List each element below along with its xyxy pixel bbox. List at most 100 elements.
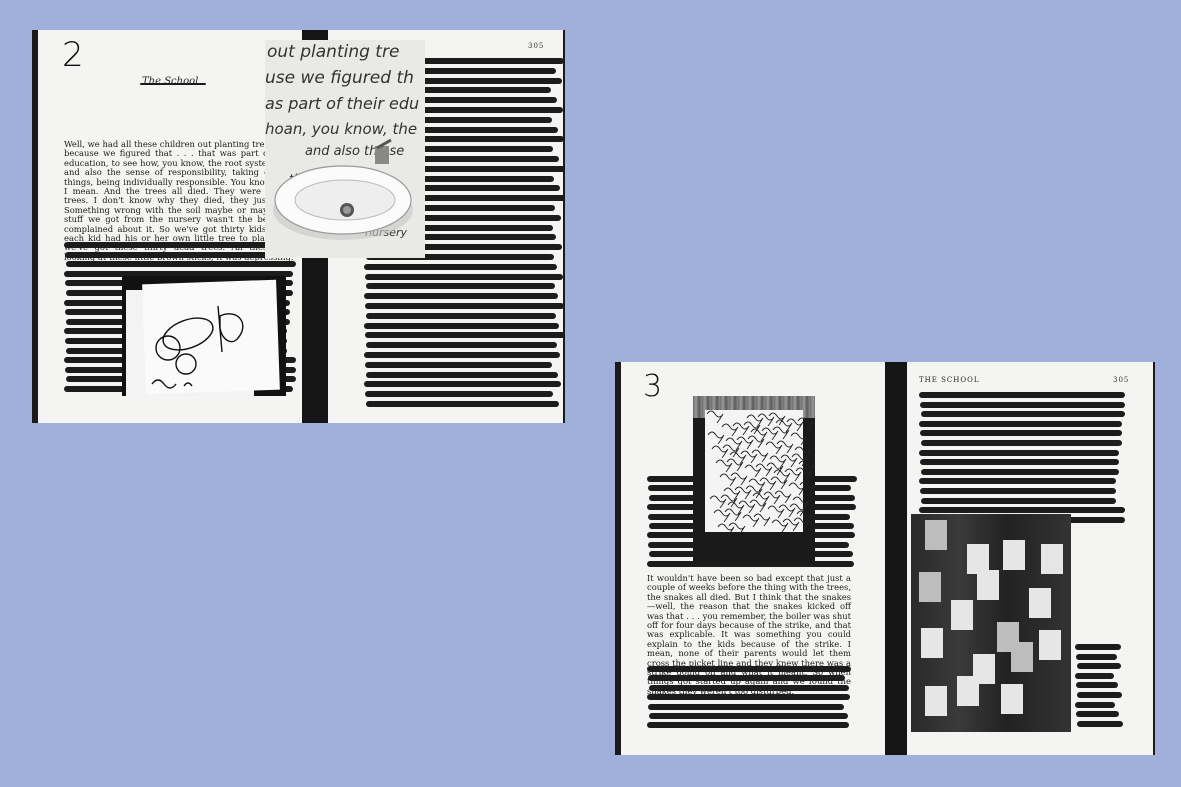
marble-stroke xyxy=(728,522,746,536)
marble-stroke xyxy=(763,491,781,505)
marble-stroke xyxy=(752,492,770,506)
marble-stroke xyxy=(792,496,810,510)
redaction-bar xyxy=(1077,663,1121,670)
sink-photo xyxy=(273,138,413,240)
page-number-three: 3 xyxy=(643,369,663,404)
gutter-shadow xyxy=(885,362,909,755)
redaction-bar xyxy=(920,459,1119,466)
collage-handwriting-photo: out planting tre use we figured th as pa… xyxy=(265,40,425,258)
marble-stroke xyxy=(736,436,754,450)
marble-stroke xyxy=(720,494,738,508)
scribble-illustration xyxy=(151,305,244,389)
redaction-bar xyxy=(920,401,1125,408)
marble-stroke xyxy=(789,503,807,517)
marble-stroke xyxy=(726,458,744,472)
marble-stroke xyxy=(774,490,792,504)
redaction-bar xyxy=(1077,692,1122,698)
marble-stroke xyxy=(719,473,737,487)
redaction-bar xyxy=(919,507,1125,514)
redaction-bar xyxy=(365,332,563,339)
redaction-bar xyxy=(1076,682,1118,689)
marble-stroke xyxy=(775,419,793,433)
redaction-bar xyxy=(921,411,1125,418)
title-strike xyxy=(140,83,206,85)
redaction-bar xyxy=(364,293,558,300)
marble-stroke xyxy=(745,485,763,499)
marble-stroke xyxy=(755,463,773,477)
folio: 305 xyxy=(1113,376,1130,384)
marble-stroke xyxy=(748,478,766,492)
marble-stroke xyxy=(770,476,788,490)
marble-stroke xyxy=(717,523,735,537)
marble-stroke xyxy=(761,427,779,441)
marble-stroke xyxy=(723,487,741,501)
pinned-paper xyxy=(925,686,947,716)
marble-stroke xyxy=(742,514,760,528)
redaction-bar xyxy=(1076,653,1117,660)
marble-stroke xyxy=(759,477,777,491)
redaction-bar xyxy=(919,478,1116,485)
redaction-bar xyxy=(1077,720,1123,727)
running-head: THE SCHOOL xyxy=(919,376,980,384)
right-page: THE SCHOOL 305 xyxy=(907,362,1153,755)
pinned-paper xyxy=(921,628,943,658)
marble-stroke xyxy=(782,518,800,532)
redaction-bar xyxy=(647,722,849,729)
marble-stroke xyxy=(715,459,733,473)
redaction-bar xyxy=(647,694,850,701)
redaction-bar xyxy=(919,420,1122,427)
marble-stroke xyxy=(793,517,811,531)
marble-stroke xyxy=(721,423,739,437)
marble-stroke xyxy=(790,432,808,446)
redaction-bar xyxy=(364,322,559,329)
redaction-bar xyxy=(921,468,1119,475)
marble-stroke xyxy=(746,414,764,428)
folio: 305 xyxy=(528,42,545,50)
marble-stroke xyxy=(778,504,796,518)
redaction-bar xyxy=(66,261,296,268)
marble-stroke xyxy=(706,410,724,424)
pinned-paper xyxy=(977,570,999,600)
marble-stroke xyxy=(788,482,806,496)
marble-stroke xyxy=(768,412,786,426)
redaction-bar xyxy=(919,449,1119,456)
chapter-title: The School xyxy=(142,76,199,87)
book-spread-3: 3 It wouldn't have been so bad except th… xyxy=(615,362,1155,755)
marble-stroke xyxy=(765,441,783,455)
pinned-paper xyxy=(919,572,941,602)
marble-stroke xyxy=(797,417,815,431)
redaction-bar xyxy=(1075,672,1114,679)
book-spread-2: 2 The School Well, we had all these chil… xyxy=(32,30,565,423)
collage-wall-photo xyxy=(911,514,1071,732)
redaction-bar xyxy=(920,430,1122,437)
marble-stroke xyxy=(744,464,762,478)
marble-stroke xyxy=(773,469,791,483)
pinned-paper xyxy=(1029,588,1051,618)
pinned-paper xyxy=(957,676,979,706)
collage-drawing xyxy=(122,276,286,396)
marble-stroke xyxy=(798,460,815,474)
redaction-bar xyxy=(366,312,556,319)
redaction-bar xyxy=(364,263,557,270)
marble-stroke xyxy=(743,421,761,435)
marble-stroke xyxy=(776,440,794,454)
marble-stroke xyxy=(725,437,743,451)
redaction-bar xyxy=(648,675,845,682)
marble-stroke xyxy=(757,413,775,427)
marble-stroke xyxy=(791,453,809,467)
redaction-bar xyxy=(1075,644,1121,650)
pinned-paper xyxy=(1041,544,1063,574)
redaction-bar xyxy=(365,361,552,368)
redaction-bar xyxy=(366,342,557,349)
marble-stroke xyxy=(722,444,740,458)
redaction-bar xyxy=(366,371,558,378)
page-number-two: 2 xyxy=(62,35,84,75)
pinned-paper xyxy=(1001,684,1023,714)
marble-stroke xyxy=(750,428,768,442)
redaction-bar xyxy=(365,303,563,309)
marble-stroke xyxy=(769,455,787,469)
marble-stroke xyxy=(740,450,758,464)
redaction-bar xyxy=(920,488,1116,494)
left-page: 3 It wouldn't have been so bad except th… xyxy=(621,362,885,755)
marble-stroke xyxy=(751,449,769,463)
